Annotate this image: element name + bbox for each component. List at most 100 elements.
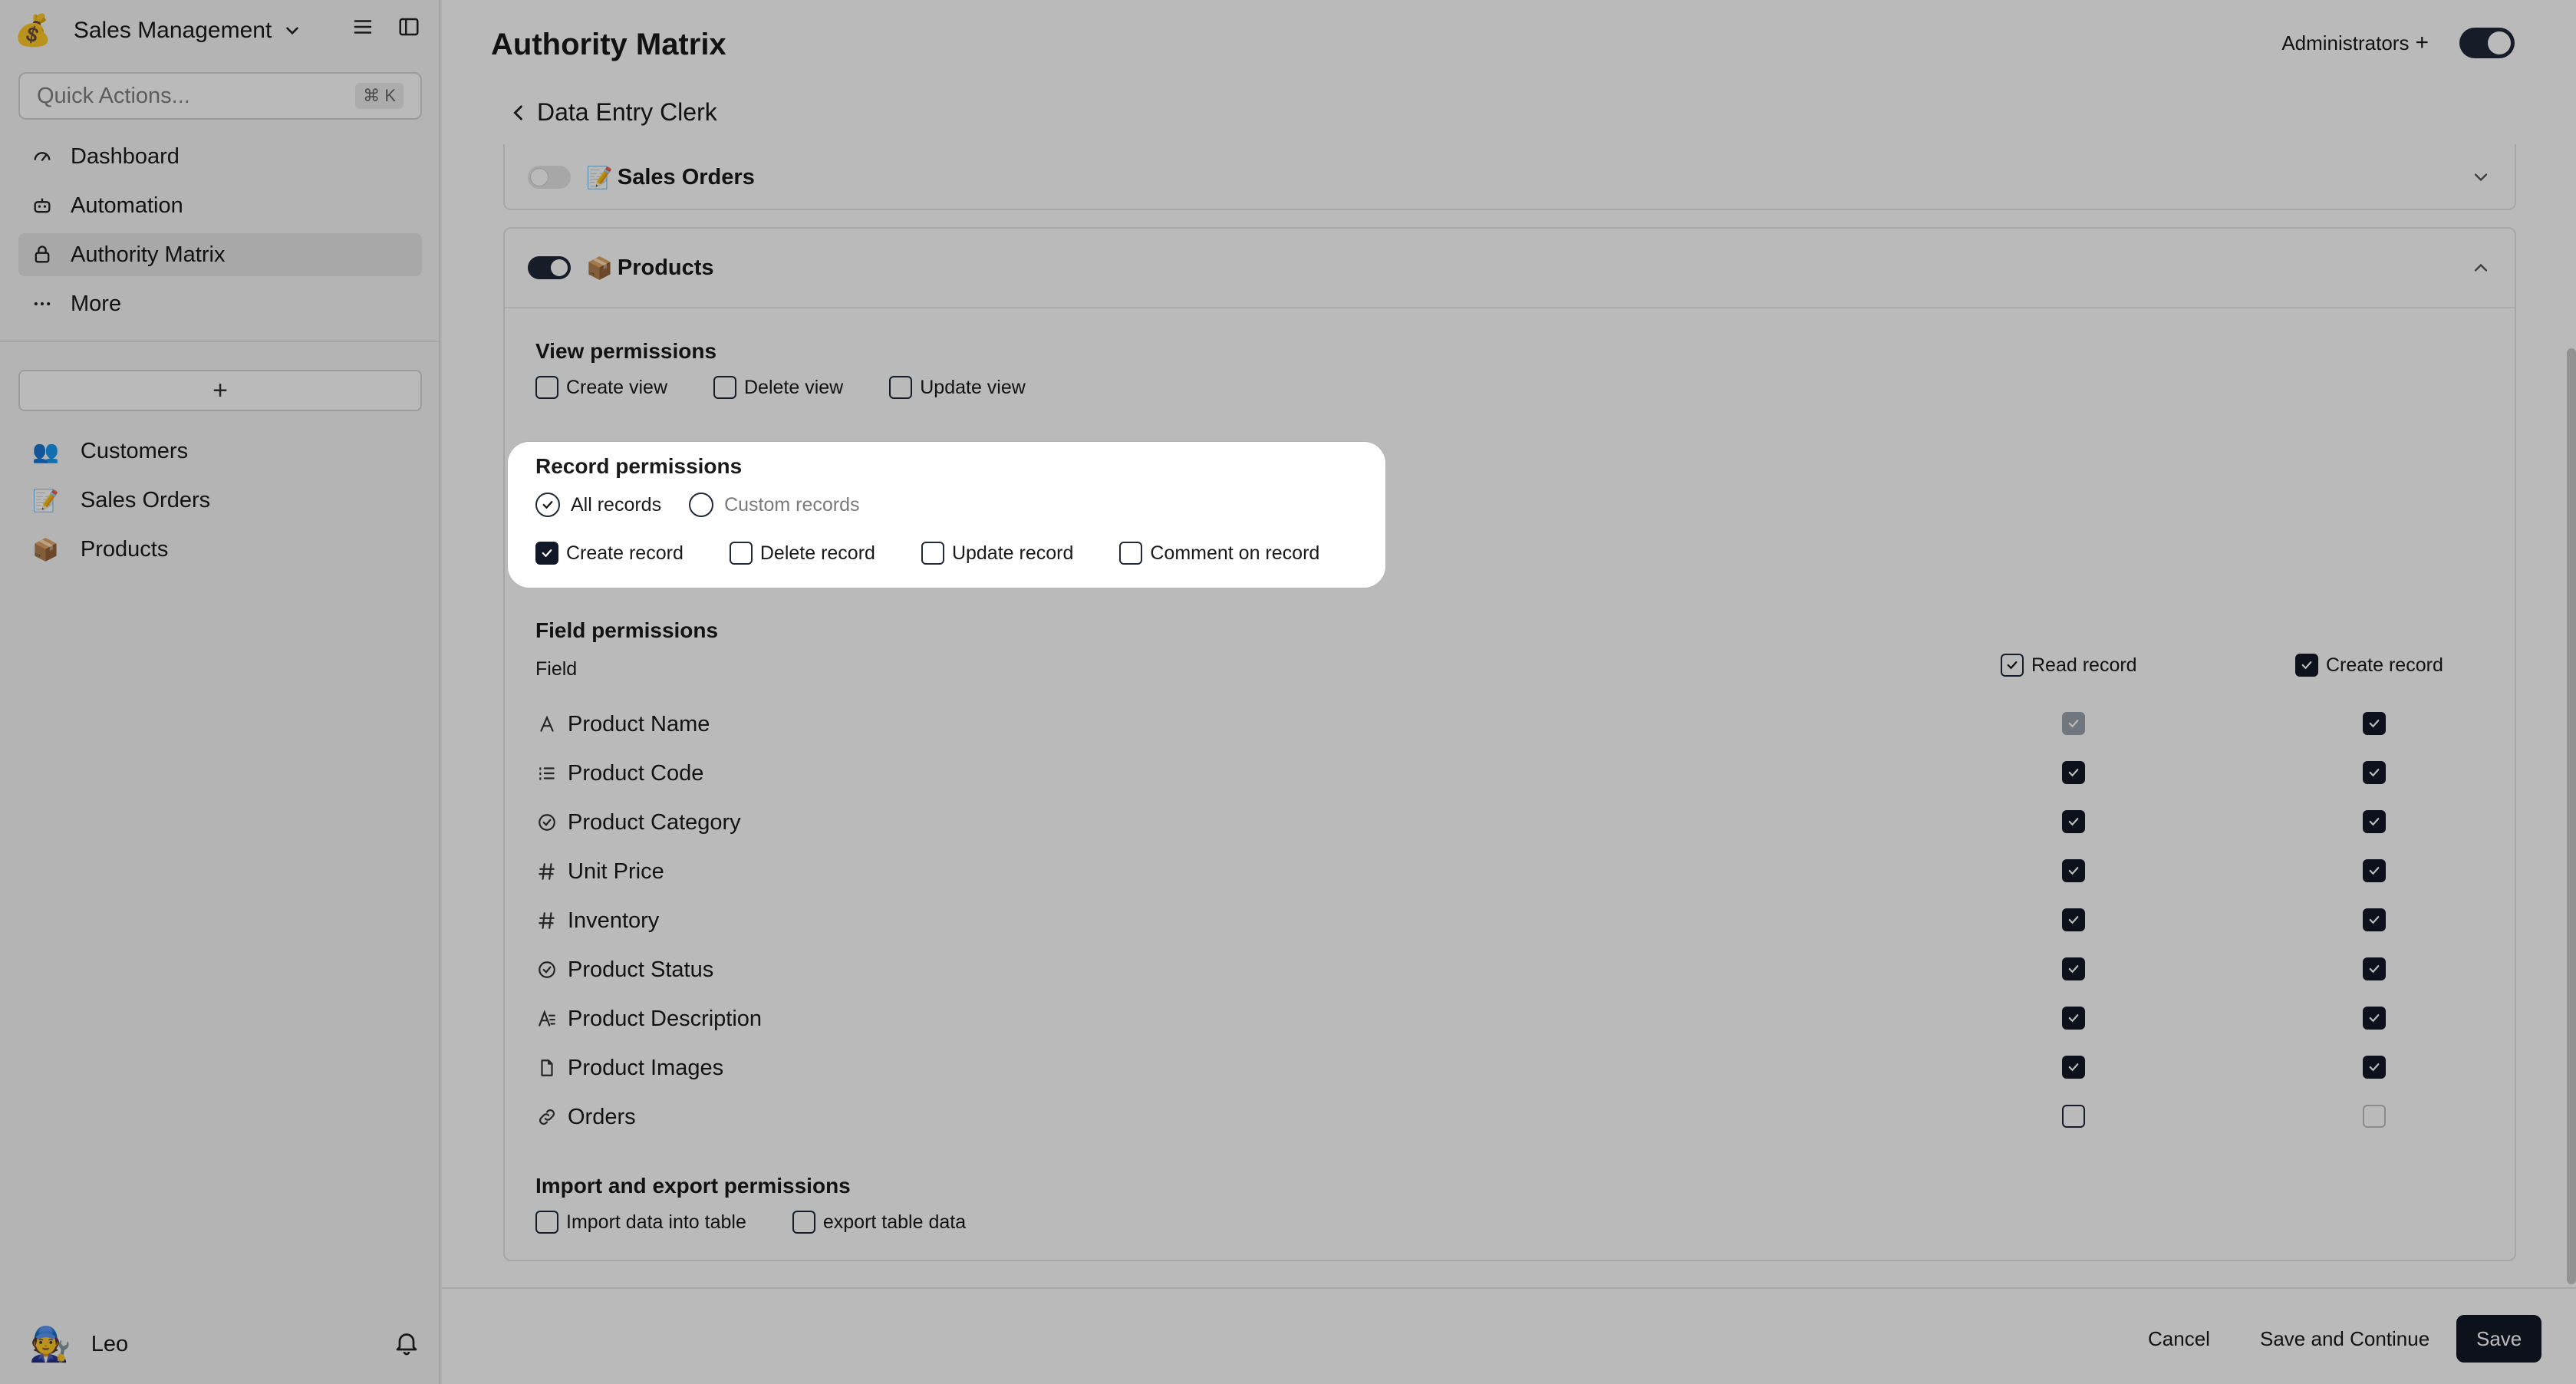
table-item-label: Customers [80, 438, 189, 463]
quick-actions-placeholder: Quick Actions... [37, 83, 190, 108]
delete-view-checkbox[interactable]: Delete view [713, 376, 843, 399]
checkbox-box [921, 542, 944, 565]
create-record-checkbox[interactable] [2363, 957, 2386, 980]
create-record-checkbox[interactable] [2363, 1007, 2386, 1030]
chevron-down-icon[interactable] [2470, 166, 2492, 188]
nav-item-more[interactable]: More [18, 282, 422, 325]
update-view-checkbox[interactable]: Update view [889, 376, 1026, 399]
create-record-checkbox[interactable]: Create record [535, 542, 684, 565]
create-cell [2363, 1056, 2386, 1079]
update-record-checkbox[interactable]: Update record [921, 542, 1073, 565]
checkbox-box [792, 1211, 815, 1234]
field-name: Inventory [568, 908, 660, 933]
create-record-checkbox[interactable] [2363, 712, 2386, 735]
create-record-checkbox[interactable] [2363, 761, 2386, 784]
header-actions: Administrators + [2281, 28, 2515, 58]
cancel-button[interactable]: Cancel [2148, 1315, 2210, 1363]
create-record-all-checkbox[interactable]: Create record [2295, 654, 2443, 677]
nav-item-dashboard[interactable]: Dashboard [18, 135, 422, 178]
nav-item-label: Dashboard [71, 143, 180, 169]
field-name: Product Name [568, 711, 710, 736]
read-record-checkbox[interactable] [2062, 712, 2085, 735]
back-button[interactable]: Data Entry Clerk [508, 98, 717, 127]
table-item-products[interactable]: 📦 Products [18, 525, 422, 574]
products-toggle[interactable] [528, 256, 571, 279]
workspace-switcher[interactable]: 💰 Sales Management [14, 8, 302, 54]
field-row: Product Status [535, 945, 2499, 994]
radio-checked [535, 493, 560, 517]
text-icon [535, 713, 558, 736]
role-toggle[interactable] [2459, 28, 2515, 58]
bell-icon[interactable] [393, 1329, 420, 1360]
delete-record-checkbox[interactable]: Delete record [729, 542, 875, 565]
link-icon [535, 1106, 558, 1129]
chevron-up-icon[interactable] [2470, 257, 2492, 278]
read-record-checkbox[interactable] [2062, 859, 2085, 882]
long-text-icon [535, 1007, 558, 1030]
read-record-checkbox[interactable] [2062, 957, 2085, 980]
read-cell [2062, 957, 2085, 980]
checkbox-label: Import data into table [566, 1211, 746, 1233]
nav-item-automation[interactable]: Automation [18, 184, 422, 227]
sales-orders-toggle[interactable] [528, 166, 571, 189]
read-cell [2062, 908, 2085, 931]
user-profile[interactable]: 🧑‍🔧 Leo [29, 1320, 420, 1369]
create-record-checkbox[interactable] [2363, 859, 2386, 882]
read-record-checkbox[interactable] [2062, 1105, 2085, 1128]
create-cell [2363, 810, 2386, 833]
add-role-icon[interactable]: + [2415, 30, 2429, 56]
checkbox-label: Create view [566, 376, 667, 398]
read-cell [2062, 1105, 2085, 1132]
checkbox-box [713, 376, 736, 399]
custom-records-radio[interactable]: Custom records [689, 493, 860, 517]
create-cell [2363, 1007, 2386, 1030]
all-records-radio[interactable]: All records [535, 493, 661, 517]
radio-label: Custom records [724, 493, 860, 516]
sidebar-toggle-icon[interactable] [397, 15, 420, 38]
read-record-checkbox[interactable] [2062, 1007, 2085, 1030]
sidebar-divider [0, 341, 439, 342]
field-name: Orders [568, 1104, 636, 1129]
read-record-checkbox[interactable] [2062, 810, 2085, 833]
add-table-button[interactable]: + [18, 370, 422, 411]
record-actions-row: Create record Delete record Update recor… [535, 542, 1319, 565]
create-record-checkbox[interactable] [2363, 810, 2386, 833]
select-icon [535, 811, 558, 834]
menu-icon[interactable] [351, 15, 374, 38]
card-header[interactable]: 📦 Products [505, 229, 2515, 308]
create-record-checkbox[interactable] [2363, 908, 2386, 931]
save-button[interactable]: Save [2456, 1315, 2542, 1363]
record-permissions-title: Record permissions [535, 454, 743, 478]
checkbox-box [1119, 542, 1143, 565]
footer-actions: Cancel Save and Continue Save [442, 1287, 2576, 1384]
comment-record-checkbox[interactable]: Comment on record [1119, 542, 1319, 565]
checkbox-label: Comment on record [1150, 542, 1320, 564]
table-item-customers[interactable]: 👥 Customers [18, 427, 422, 476]
save-and-continue-button[interactable]: Save and Continue [2260, 1315, 2429, 1363]
create-view-checkbox[interactable]: Create view [535, 376, 667, 399]
role-selector[interactable]: Administrators [2281, 31, 2409, 55]
import-data-checkbox[interactable]: Import data into table [535, 1211, 746, 1234]
radio-unchecked [689, 493, 714, 517]
record-permissions-panel: Record permissions All records Custom re… [508, 442, 1385, 588]
nav-item-authority-matrix[interactable]: Authority Matrix [18, 233, 422, 276]
create-record-checkbox[interactable] [2363, 1105, 2386, 1128]
memo-icon: 📝 [586, 165, 613, 189]
read-record-checkbox[interactable] [2062, 1056, 2085, 1079]
read-record-all-checkbox[interactable]: Read record [2001, 654, 2137, 677]
workspace-name: Sales Management [73, 18, 272, 43]
field-row: Product Category [535, 798, 2499, 847]
create-record-checkbox[interactable] [2363, 1056, 2386, 1079]
scrollbar[interactable] [2567, 348, 2576, 1284]
table-item-sales-orders[interactable]: 📝 Sales Orders [18, 476, 422, 525]
package-icon: 📦 [586, 255, 613, 280]
read-record-checkbox[interactable] [2062, 908, 2085, 931]
checkbox-box [535, 542, 558, 565]
card-header[interactable]: 📝 Sales Orders [505, 144, 2515, 210]
more-icon [31, 292, 54, 315]
quick-actions-input[interactable]: Quick Actions... ⌘ K [18, 72, 422, 120]
record-scope-row: All records Custom records [535, 493, 860, 517]
export-data-checkbox[interactable]: export table data [792, 1211, 966, 1234]
read-record-checkbox[interactable] [2062, 761, 2085, 784]
file-icon [535, 1056, 558, 1079]
